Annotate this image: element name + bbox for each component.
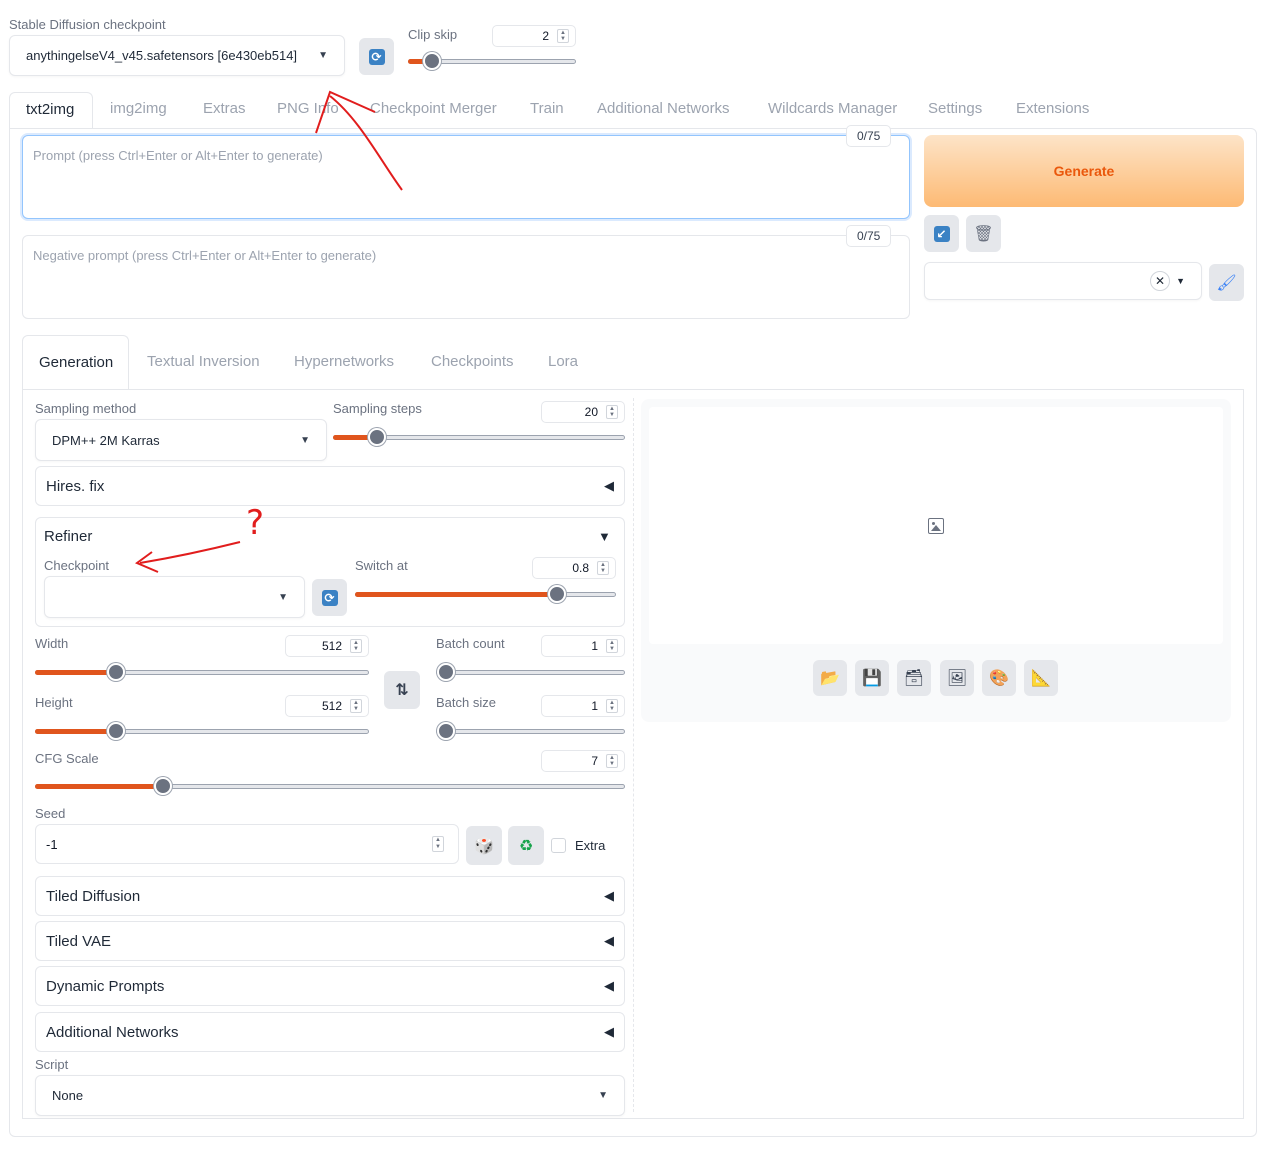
- annotation-arrowhead: [315, 90, 376, 134]
- annotation-question-mark: ?: [246, 503, 264, 543]
- annotation-overlay: ?: [134, 90, 403, 573]
- annotation-arrow-line-2: [139, 541, 241, 564]
- annotation-arrow-line: [329, 95, 403, 191]
